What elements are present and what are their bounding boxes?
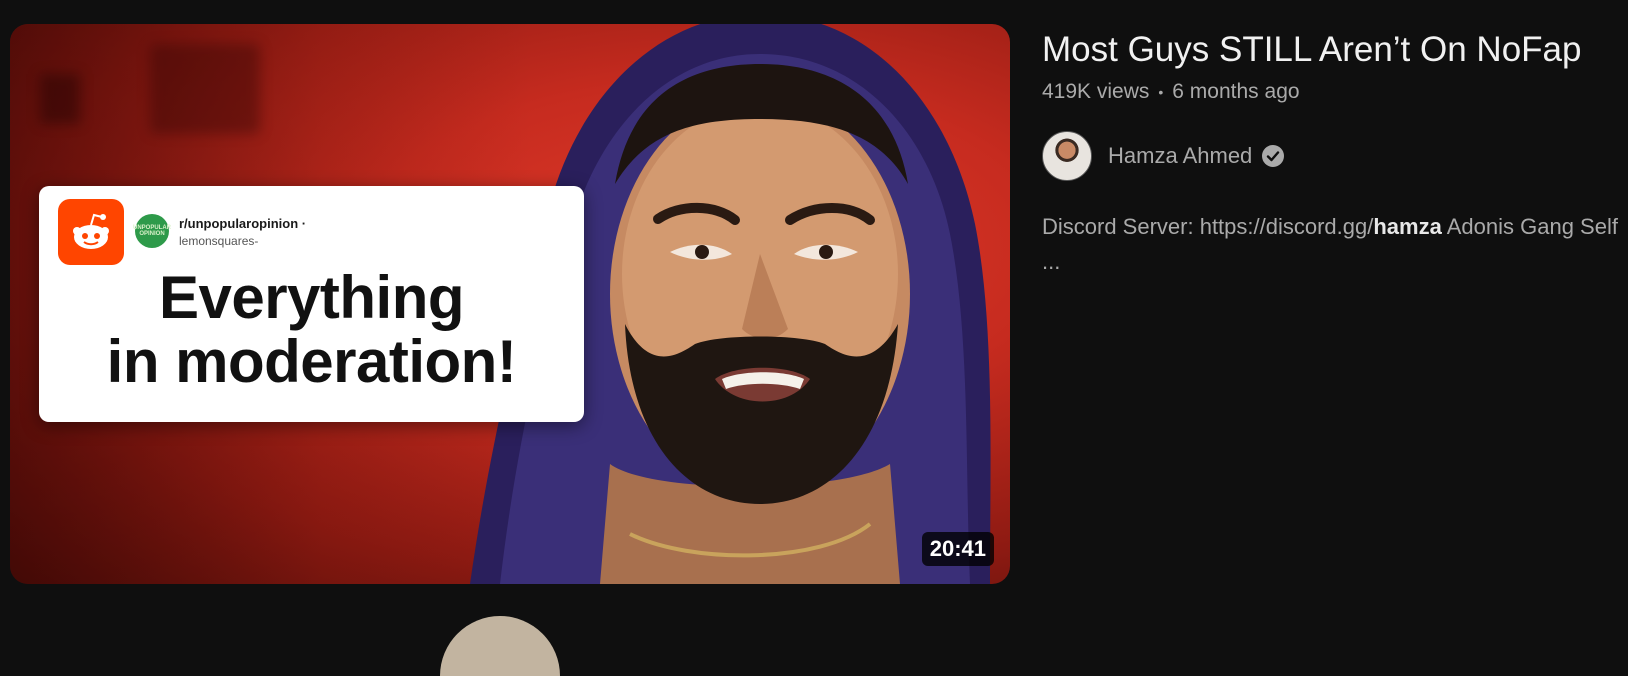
upload-age: 6 months ago xyxy=(1172,80,1300,103)
description-text: Discord Server: https://discord.gg/ xyxy=(1042,214,1374,239)
channel-link[interactable]: Hamza Ahmed xyxy=(1042,131,1622,181)
post-headline-line: Everything xyxy=(158,264,465,331)
video-thumbnail[interactable]: UNPOPULAR OPINION r/unpopularopinion · l… xyxy=(10,24,1010,584)
view-count: 419K views xyxy=(1042,80,1150,103)
video-metadata: 419K views • 6 months ago xyxy=(1042,80,1622,104)
post-headline-line: in moderation! xyxy=(106,328,517,395)
video-description-snippet: Discord Server: https://discord.gg/hamza… xyxy=(1042,209,1628,279)
channel-name[interactable]: Hamza Ahmed xyxy=(1108,143,1252,169)
next-result-thumbnail-edge xyxy=(440,616,560,676)
video-title[interactable]: Most Guys STILL Aren’t On NoFap xyxy=(1042,26,1622,74)
reddit-post-card: UNPOPULAR OPINION r/unpopularopinion · l… xyxy=(39,186,584,422)
reddit-logo-icon xyxy=(58,199,124,265)
verified-check-icon xyxy=(1261,144,1285,168)
thumbnail-background-object xyxy=(150,44,260,134)
video-details: Most Guys STILL Aren’t On NoFap 419K vie… xyxy=(1042,26,1622,279)
post-headline: Everything in moderation! xyxy=(39,266,584,394)
meta-separator: • xyxy=(1158,84,1164,100)
description-highlight: hamza xyxy=(1373,214,1442,239)
channel-avatar[interactable] xyxy=(1042,131,1092,181)
thumbnail-background-object xyxy=(40,74,80,124)
post-username: lemonsquares- xyxy=(179,234,259,248)
subreddit-avatar: UNPOPULAR OPINION xyxy=(133,214,171,248)
video-duration-badge: 20:41 xyxy=(921,532,994,566)
subreddit-name: r/unpopularopinion · xyxy=(179,216,307,231)
video-result: UNPOPULAR OPINION r/unpopularopinion · l… xyxy=(0,0,1628,676)
